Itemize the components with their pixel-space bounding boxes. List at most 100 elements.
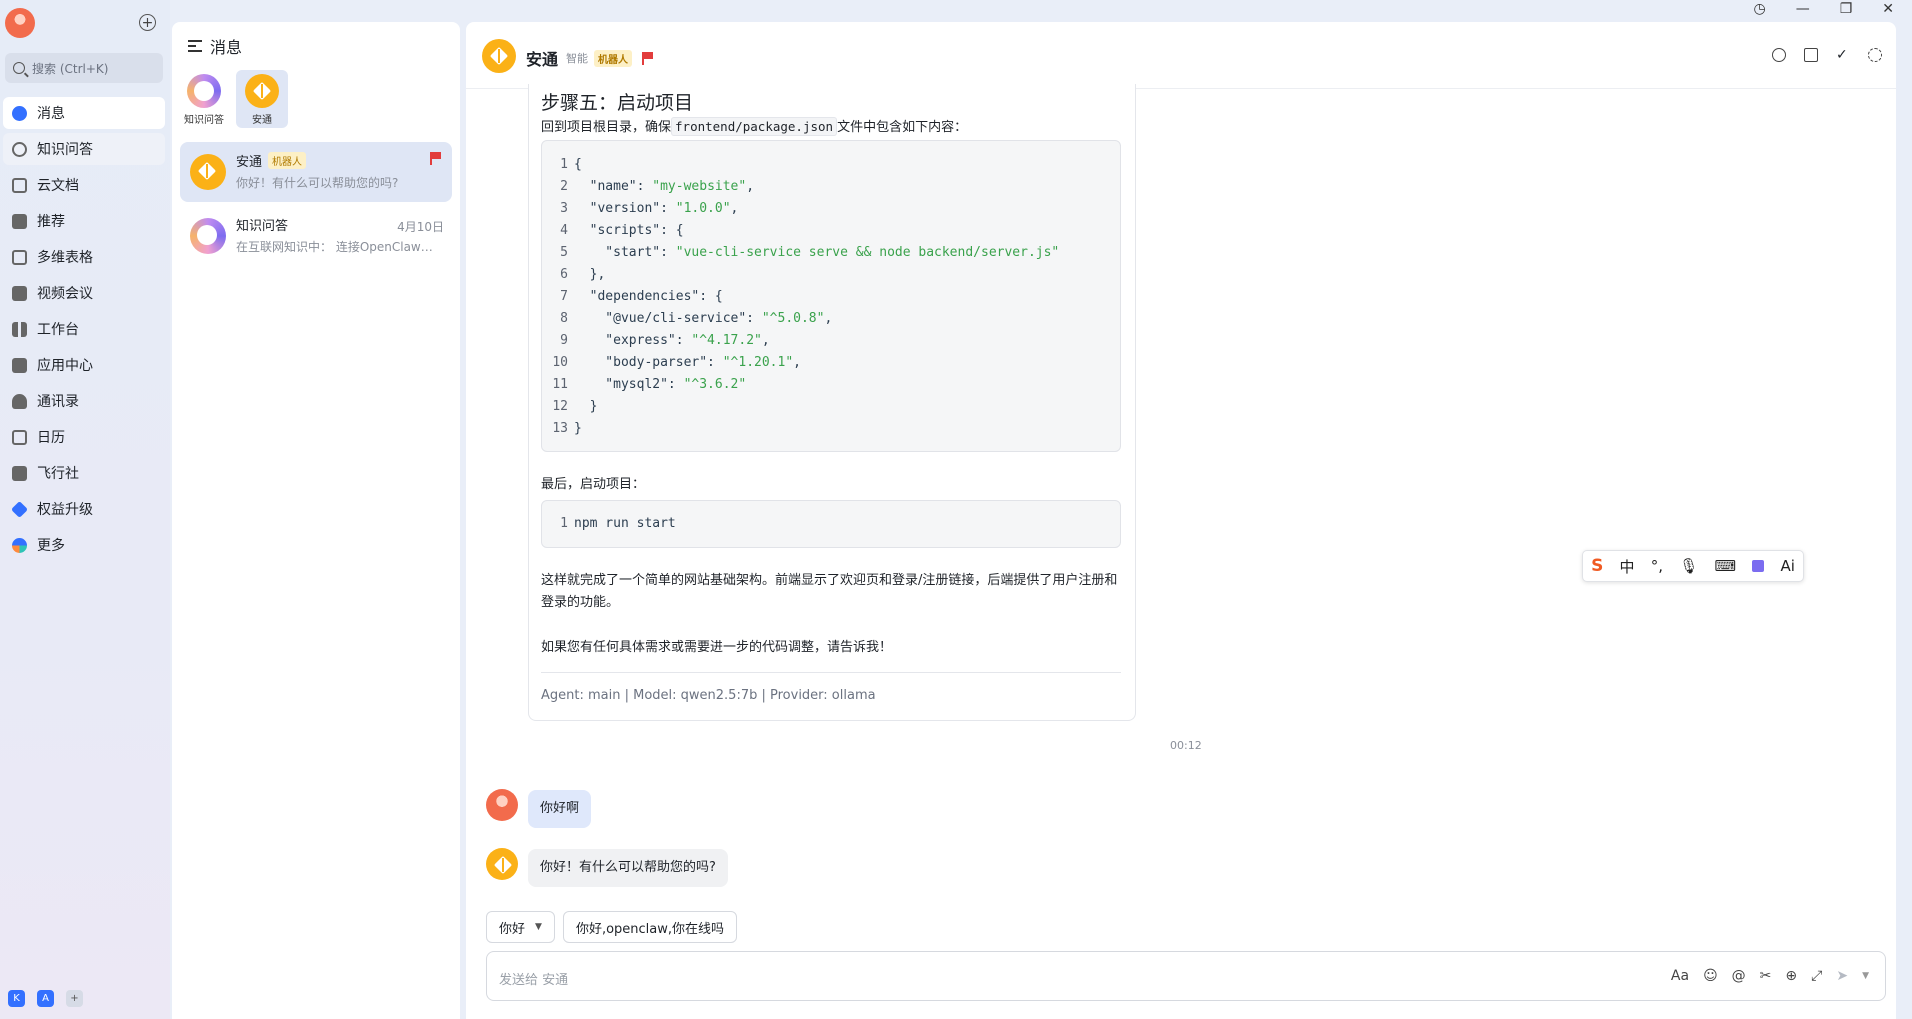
quick-reply-chip[interactable]: 你好,openclaw,你在线吗 [562, 911, 738, 943]
add-circle-icon[interactable]: + [139, 14, 156, 31]
chevron-down-icon: ▼ [535, 922, 542, 932]
message-input[interactable]: 发送给 安通 Aa ☺ @ ✂ ⊕ ⤢ ➤ ▼ [486, 951, 1886, 1001]
sidebar-item-recommend[interactable]: 推荐 [3, 205, 165, 237]
bot-message: 你好！有什么可以帮助您的吗? [528, 849, 728, 887]
list-header: 消息 [188, 34, 242, 58]
code-key: "version": [574, 201, 676, 216]
search-placeholder: 搜索 (Ctrl+K) [32, 61, 109, 76]
minimize-icon[interactable]: — [1796, 1, 1810, 17]
sidebar-item-upgrade[interactable]: 权益升级 [3, 493, 165, 525]
intro-text: 回到项目根目录，确保 frontend/package.json 文件中包含如下内容… [541, 116, 967, 136]
bot-message-card: 步骤五：启动项目 回到项目根目录，确保 frontend/package.json… [528, 84, 1136, 721]
list-item[interactable]: 知识问答 4月10日 在互联网知识中： 连接OpenClaw可... [180, 206, 452, 266]
sidebar-item-messages[interactable]: 消息 [3, 97, 165, 129]
pinned-antong[interactable]: 安通 [236, 70, 288, 128]
qa-ring-icon [187, 74, 221, 108]
ime-chinese-toggle[interactable]: 中 [1620, 556, 1635, 577]
sidebar-item-base[interactable]: 多维表格 [3, 241, 165, 273]
bot-tag: 机器人 [594, 49, 633, 67]
sidebar-item-label: 云文档 [37, 178, 79, 194]
app-a-icon[interactable]: A [37, 990, 54, 1007]
bot-box-icon[interactable] [482, 39, 516, 73]
sidebar-item-meeting[interactable]: 视频会议 [3, 277, 165, 309]
sidebar-item-more[interactable]: 更多 [3, 529, 165, 561]
step-heading: 步骤五：启动项目 [541, 92, 694, 114]
bot-box-icon[interactable] [486, 848, 518, 880]
pinned-qa[interactable]: 知识问答 [178, 70, 230, 128]
code-key: "@vue/cli-service": [574, 311, 762, 326]
sidebar-item-label: 日历 [37, 430, 65, 446]
code-key: "mysql2": [574, 377, 684, 392]
ime-toolbar: S 中 °, 🎙 ⌨ Ai [1582, 550, 1804, 582]
add-app-icon[interactable]: + [66, 990, 83, 1007]
flag-icon[interactable] [430, 152, 441, 165]
sogou-logo-icon[interactable]: S [1591, 556, 1603, 576]
plus-circle-icon[interactable]: ⊕ [1785, 968, 1797, 984]
gear-icon[interactable] [1868, 48, 1882, 62]
diamond-icon [11, 500, 28, 518]
ime-punct-toggle[interactable]: °, [1651, 557, 1663, 575]
expand-icon[interactable]: ⤢ [1811, 968, 1822, 984]
emoji-icon[interactable]: ☺ [1703, 968, 1718, 984]
search-input[interactable]: 搜索 (Ctrl+K) [5, 53, 163, 83]
check-icon[interactable]: ✓ [1836, 48, 1850, 62]
sidebar-item-docs[interactable]: 云文档 [3, 169, 165, 201]
sidebar-item-flight[interactable]: 飞行社 [3, 457, 165, 489]
quick-reply-chip[interactable]: 你好 ▼ [486, 911, 555, 943]
mention-icon[interactable]: @ [1732, 968, 1746, 984]
bot-tag: 机器人 [268, 152, 307, 169]
divider [541, 672, 1121, 673]
sidebar-item-qa[interactable]: 知识问答 [3, 133, 165, 165]
close-icon[interactable]: ✕ [1882, 1, 1894, 17]
code-line: 9 "express": "^4.17.2", [542, 330, 1120, 352]
send-icon[interactable]: ➤ [1836, 968, 1848, 984]
line-number: 4 [560, 223, 568, 238]
scissors-icon[interactable]: ✂ [1760, 968, 1772, 984]
restore-icon[interactable]: ❐ [1840, 1, 1853, 17]
input-placeholder: 发送给 安通 [499, 973, 569, 988]
code-key: "start": [574, 245, 676, 260]
sidebar-item-label: 更多 [37, 538, 65, 554]
code-block[interactable]: 1{2 "name": "my-website", 3 "version": "1… [541, 140, 1121, 452]
sidebar-item-label: 工作台 [37, 322, 79, 338]
search-icon[interactable] [1772, 48, 1786, 62]
user-avatar[interactable] [5, 8, 35, 38]
app-k-icon[interactable]: K [8, 990, 25, 1007]
flag-icon[interactable] [642, 51, 654, 65]
command-block[interactable]: 1 npm run start [541, 500, 1121, 548]
inline-code: frontend/package.json [671, 117, 838, 136]
sidebar-item-contacts[interactable]: 通讯录 [3, 385, 165, 417]
chip-label: 你好,openclaw,你在线吗 [575, 921, 725, 937]
chip-label: 你好 [499, 921, 526, 937]
line-number: 13 [552, 421, 568, 436]
code-string: "vue-cli-service serve && node backend/s… [675, 245, 1060, 260]
line-number: 9 [560, 333, 568, 348]
avatar[interactable] [486, 789, 518, 821]
sidebar-item-calendar[interactable]: 日历 [3, 421, 165, 453]
line-number: 7 [560, 289, 568, 304]
skin-icon[interactable] [1752, 560, 1765, 572]
code-punct: , [824, 311, 833, 326]
bot-box-icon [245, 74, 279, 108]
code-punct: , [793, 355, 801, 370]
sidebar-item-app-center[interactable]: 应用中心 [3, 349, 165, 381]
history-icon[interactable]: ◷ [1753, 1, 1765, 17]
microphone-icon[interactable]: 🎙 [1679, 557, 1698, 575]
list-item[interactable]: 安通 机器人 你好！有什么可以帮助您的吗? [180, 142, 452, 202]
chat-header: 安通 智能 机器人 ✓ [466, 22, 1896, 89]
code-line: 5 "start": "vue-cli-service serve && nod… [542, 242, 1120, 264]
sidebar-item-label: 多维表格 [37, 250, 93, 266]
line-number: 5 [560, 245, 568, 260]
code-text: { [574, 157, 582, 172]
pinned-label: 安通 [252, 115, 272, 126]
ai-icon[interactable]: Ai [1780, 557, 1794, 575]
chevron-down-icon[interactable]: ▼ [1862, 971, 1869, 981]
conversation-title: 安通 [236, 155, 263, 170]
keyboard-icon[interactable]: ⌨ [1714, 557, 1736, 575]
share-screen-icon[interactable] [1804, 48, 1818, 62]
line-number: 6 [560, 267, 568, 282]
sidebar-item-workplace[interactable]: 工作台 [3, 313, 165, 345]
conversation-date: 4月10日 [397, 220, 444, 234]
text-format-icon[interactable]: Aa [1671, 968, 1689, 984]
collapse-menu-icon[interactable] [188, 40, 202, 52]
